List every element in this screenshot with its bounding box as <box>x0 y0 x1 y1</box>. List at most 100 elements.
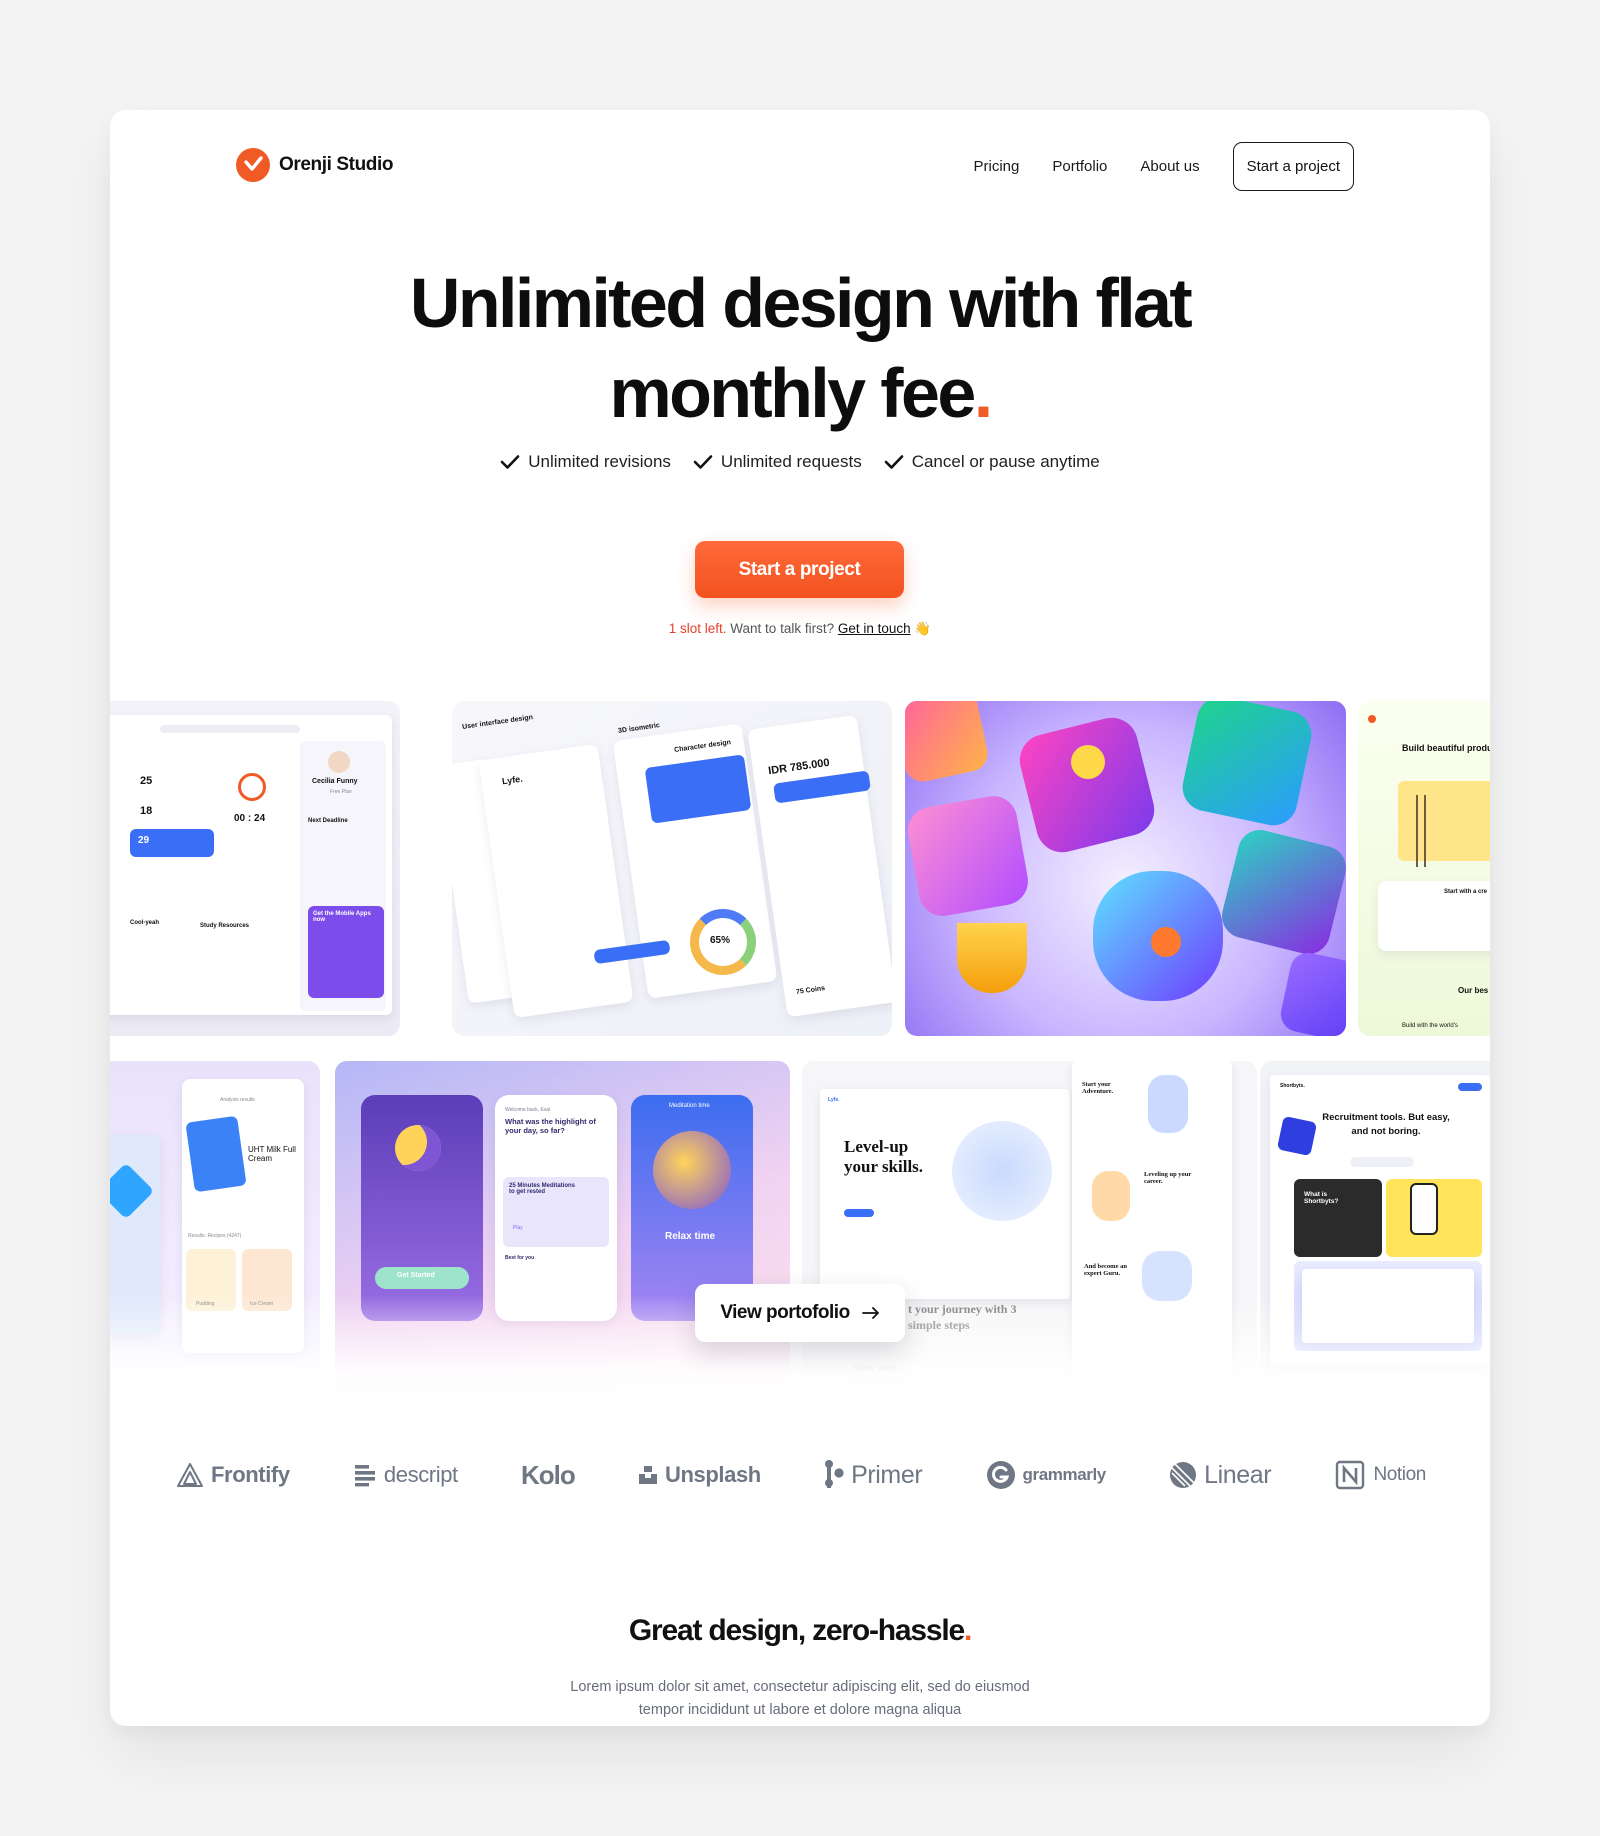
client-logo-descript: descript <box>353 1462 458 1488</box>
icon-tile <box>1014 712 1160 858</box>
lyfe-brand: Lyfe. <box>828 1097 840 1103</box>
icon-tile <box>905 701 991 785</box>
deadline-heading: Next Deadline <box>308 818 348 824</box>
arrow-right-icon <box>861 1307 879 1319</box>
moon-icon <box>395 1125 441 1171</box>
ladder-shape <box>1416 795 1426 867</box>
check-icon <box>500 455 520 469</box>
portfolio-tile-landing[interactable]: Build beautiful produ Start with a cre O… <box>1358 701 1490 1036</box>
nav-link-portfolio[interactable]: Portfolio <box>1052 158 1107 175</box>
best-for-you-label: Best for you <box>505 1255 535 1261</box>
feature-item: Unlimited revisions <box>500 452 671 472</box>
relax-label: Relax time <box>665 1231 716 1242</box>
view-portfolio-label: View portofolio <box>720 1302 850 1323</box>
portfolio-tile-meditation[interactable]: Get Started Welcome back, Eval What was … <box>335 1061 790 1395</box>
hero-title-line2: monthly fee <box>609 354 976 432</box>
hero-illustration <box>952 1121 1052 1221</box>
check-icon <box>693 455 713 469</box>
client-logo-unsplash: Unsplash <box>638 1462 761 1488</box>
milk-carton-icon <box>185 1115 247 1193</box>
stat-value: 18 <box>140 805 153 817</box>
timer-label: 00 : 24 <box>234 813 266 824</box>
illustration-block <box>1398 781 1490 861</box>
paw-icon <box>1151 927 1181 957</box>
url-bar <box>160 725 300 733</box>
profile-name: Cecilia Funny <box>312 778 358 785</box>
nav-link-about[interactable]: About us <box>1140 158 1199 175</box>
view-portfolio-button[interactable]: View portofolio <box>695 1284 905 1342</box>
icecream-label: Ice Cream <box>250 1301 274 1307</box>
hero-title-dot: . <box>973 354 993 432</box>
feature-item: Cancel or pause anytime <box>884 452 1100 472</box>
mobile-promo-label: Get the Mobile Apps now <box>313 911 371 923</box>
portfolio-tile-learning[interactable]: Lyfe. Level-up your skills. t your journ… <box>802 1061 1257 1395</box>
section-title: Great design, zero-hassle. <box>110 1614 1490 1648</box>
client-logo-primer: Primer <box>824 1459 923 1491</box>
portfolio-tile-recruitment[interactable]: Shortbyts. Recruitment tools. But easy, … <box>1260 1061 1490 1395</box>
milk-label: UHT Milk Full Cream <box>248 1145 296 1163</box>
landing-card: Orenji Studio Pricing Portfolio About us… <box>110 110 1490 1726</box>
client-logos: Frontify descript Kolo Unsplash Primer g… <box>176 1450 1426 1500</box>
nav-start-project-button[interactable]: Start a project <box>1232 142 1354 191</box>
pudding-label: Pudding <box>196 1301 215 1307</box>
moon-orb-icon <box>653 1131 731 1209</box>
client-name: Linear <box>1204 1460 1272 1489</box>
icon-tile <box>1217 825 1346 959</box>
resources-heading: Study Resources <box>200 923 250 929</box>
nav-link-pricing[interactable]: Pricing <box>974 158 1020 175</box>
journey-text: t your journey with 3 simple steps <box>908 1302 1017 1332</box>
recruitment-headline: Recruitment tools. But easy, and not bor… <box>1322 1112 1450 1137</box>
frontify-icon <box>177 1463 203 1487</box>
section-title-text: Great design, zero-hassle <box>628 1614 965 1647</box>
our-best-heading: Our bes <box>1458 986 1489 995</box>
character-icon <box>1092 1171 1130 1221</box>
portfolio-tile-dashboard[interactable]: 25 18 29 00 : 24 Cecilia Funny Free Plan… <box>110 701 400 1036</box>
welcome-label: Welcome back, Eval <box>505 1107 551 1113</box>
client-name: descript <box>383 1462 458 1487</box>
wave-icon: 👋 <box>914 621 932 636</box>
meditation-time-label: Meditation time <box>669 1103 710 1109</box>
portfolio-tile-grocery[interactable]: Analysis results UHT Milk Full Cream Res… <box>110 1061 320 1395</box>
hero-start-project-button[interactable]: Start a project <box>695 541 904 598</box>
check-icon <box>884 455 904 469</box>
client-name: Kolo <box>521 1459 576 1490</box>
get-in-touch-link[interactable]: Get in touch <box>838 621 911 636</box>
orenji-logo-icon <box>236 148 270 182</box>
slot-count: 1 slot left. <box>668 621 727 636</box>
slot-text: Want to talk first? <box>726 621 838 636</box>
avatar <box>328 751 350 773</box>
level-up-headline: Level-up your skills. <box>844 1137 924 1176</box>
signup-button <box>1458 1083 1482 1091</box>
notion-icon <box>1336 1460 1365 1490</box>
icon-tile <box>1277 949 1346 1036</box>
grammarly-icon <box>986 1461 1015 1489</box>
analysis-label: Analysis results <box>220 1097 255 1103</box>
cube-icon <box>1276 1115 1318 1157</box>
primer-icon <box>825 1460 844 1488</box>
dashboard-window <box>1302 1269 1474 1343</box>
donut-percent: 65% <box>710 935 731 946</box>
client-logo-linear: Linear <box>1169 1460 1272 1490</box>
hero-title: Unlimited design with flat monthly fee. <box>110 258 1490 438</box>
profile-plan: Free Plan <box>330 789 352 795</box>
feature-item: Unlimited requests <box>693 452 862 472</box>
top-nav: Orenji Studio Pricing Portfolio About us… <box>110 110 1490 230</box>
client-logo-grammarly: grammarly <box>986 1460 1106 1490</box>
client-name: Notion <box>1373 1464 1426 1485</box>
shortbyts-brand: Shortbyts. <box>1280 1083 1305 1089</box>
portfolio-tile-fintech[interactable]: Lyfe. 3D isometric Character design User… <box>452 701 892 1036</box>
leveling-step: Leveling up your career. <box>1144 1171 1192 1185</box>
icon-tile <box>1178 701 1316 830</box>
feature-list: Unlimited revisions Unlimited requests C… <box>110 452 1490 472</box>
brand[interactable]: Orenji Studio <box>236 148 393 182</box>
get-started-label: Get Started <box>397 1272 435 1279</box>
character-icon <box>1142 1251 1192 1301</box>
unsplash-icon <box>639 1466 657 1484</box>
phone-mockup <box>1410 1183 1438 1235</box>
character-icon <box>1148 1075 1188 1133</box>
feature-label: Unlimited revisions <box>528 452 671 471</box>
client-logo-notion: Notion <box>1334 1459 1426 1491</box>
alarm-clock-icon <box>238 773 266 801</box>
portfolio-tile-3d-icons[interactable] <box>905 701 1346 1036</box>
page-logo-icon <box>1368 715 1376 723</box>
